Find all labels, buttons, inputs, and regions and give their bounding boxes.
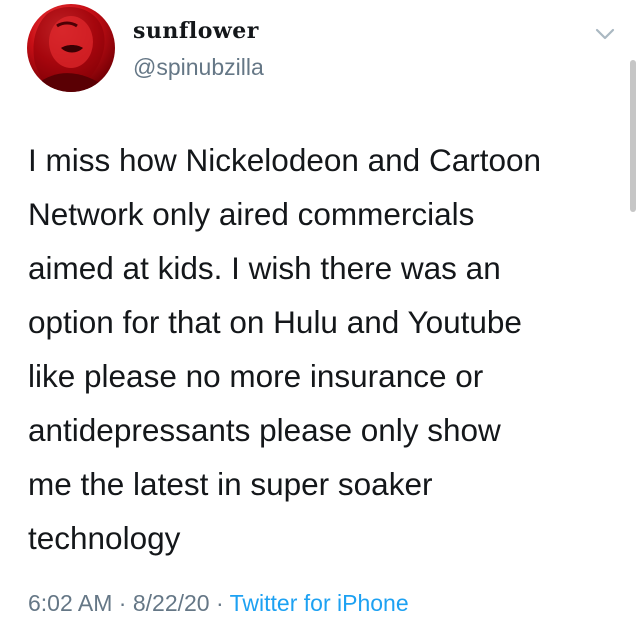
tweet-text-line: aimed at kids. I wish there was an	[28, 250, 501, 286]
tweet-text-line: like please no more insurance or	[28, 358, 484, 394]
tweet-time[interactable]: 6:02 AM	[28, 590, 112, 616]
tweet-date[interactable]: 8/22/20	[133, 590, 210, 616]
tweet-text-line: technology	[28, 520, 181, 556]
scrollbar[interactable]	[630, 60, 636, 212]
meta-separator: ·	[118, 590, 127, 616]
tweet-text: I miss how Nickelodeon and Cartoon Netwo…	[28, 133, 624, 565]
tweet-text-line: Network only aired commercials	[28, 196, 475, 232]
tweet-text-line: antidepressants please only show	[28, 412, 501, 448]
tweet-text-line: I miss how Nickelodeon and Cartoon	[28, 142, 542, 178]
chevron-down-icon[interactable]	[594, 26, 616, 42]
tweet-text-line: option for that on Hulu and Youtube	[28, 304, 522, 340]
tweet-source-link[interactable]: Twitter for iPhone	[230, 590, 409, 616]
tweet-meta: 6:02 AM · 8/22/20 · Twitter for iPhone	[28, 590, 409, 617]
avatar[interactable]	[27, 4, 115, 92]
author-display-name[interactable]: sunflower	[133, 18, 259, 44]
avatar-image	[33, 7, 107, 92]
author-handle[interactable]: @spinubzilla	[133, 54, 264, 81]
tweet-text-line: me the latest in super soaker	[28, 466, 433, 502]
meta-separator: ·	[215, 590, 224, 616]
